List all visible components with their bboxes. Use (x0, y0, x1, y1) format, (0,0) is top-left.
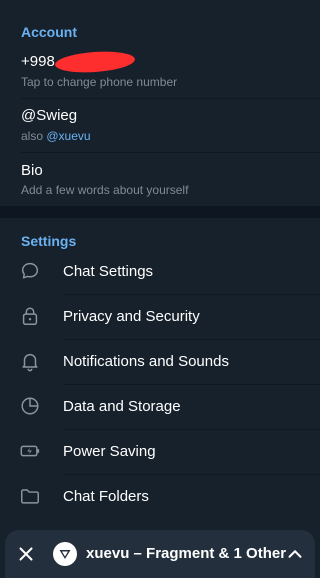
bio-hint: Add a few words about yourself (21, 183, 189, 197)
menu-item-chat-settings[interactable]: Chat Settings (0, 250, 320, 295)
account-section-title: Account (21, 24, 77, 40)
menu-item-label: Privacy and Security (63, 308, 200, 325)
lock-icon (22, 307, 38, 325)
mini-app-title: xuevu – Fragment & 1 Other (86, 545, 287, 562)
fragment-logo-icon (53, 542, 77, 566)
phone-number-field[interactable]: +998 Tap to change phone number (0, 48, 320, 98)
mini-app-bar[interactable]: xuevu – Fragment & 1 Other (5, 530, 315, 578)
account-section: Account +998 Tap to change phone number … (0, 0, 320, 206)
battery-icon (20, 445, 40, 457)
menu-item-chat-folders[interactable]: Chat Folders (0, 475, 320, 520)
username-hint-prefix: also (21, 129, 47, 143)
pie-clock-icon (21, 397, 39, 415)
menu-item-notifications-sounds[interactable]: Notifications and Sounds (0, 340, 320, 385)
menu-item-label: Notifications and Sounds (63, 353, 229, 370)
phone-number-value: +998 (21, 53, 55, 70)
close-icon[interactable] (15, 543, 37, 565)
phone-redaction-mark (54, 49, 136, 75)
menu-item-power-saving[interactable]: Power Saving (0, 430, 320, 475)
bell-icon (22, 353, 38, 372)
menu-item-label: Chat Folders (63, 488, 149, 505)
menu-item-data-storage[interactable]: Data and Storage (0, 385, 320, 430)
settings-section-title: Settings (21, 233, 77, 249)
bio-value: Bio (21, 162, 43, 179)
chevron-up-icon[interactable] (284, 543, 306, 565)
username-field[interactable]: @Swieg also @xuevu (0, 99, 320, 153)
folder-icon (21, 489, 39, 504)
username-alias-link[interactable]: @xuevu (46, 129, 90, 143)
bio-field[interactable]: Bio Add a few words about yourself (0, 153, 320, 206)
username-value: @Swieg (21, 107, 78, 124)
menu-item-label: Data and Storage (63, 398, 181, 415)
menu-item-label: Chat Settings (63, 263, 154, 280)
menu-item-privacy-security[interactable]: Privacy and Security (0, 295, 320, 340)
phone-number-hint: Tap to change phone number (21, 75, 178, 89)
menu-item-label: Power Saving (63, 443, 156, 460)
settings-section: Settings Chat Settings Privacy and Secur… (0, 218, 320, 578)
section-gap (0, 206, 320, 218)
chat-bubble-icon (21, 262, 39, 279)
username-hint: also @xuevu (21, 129, 91, 143)
